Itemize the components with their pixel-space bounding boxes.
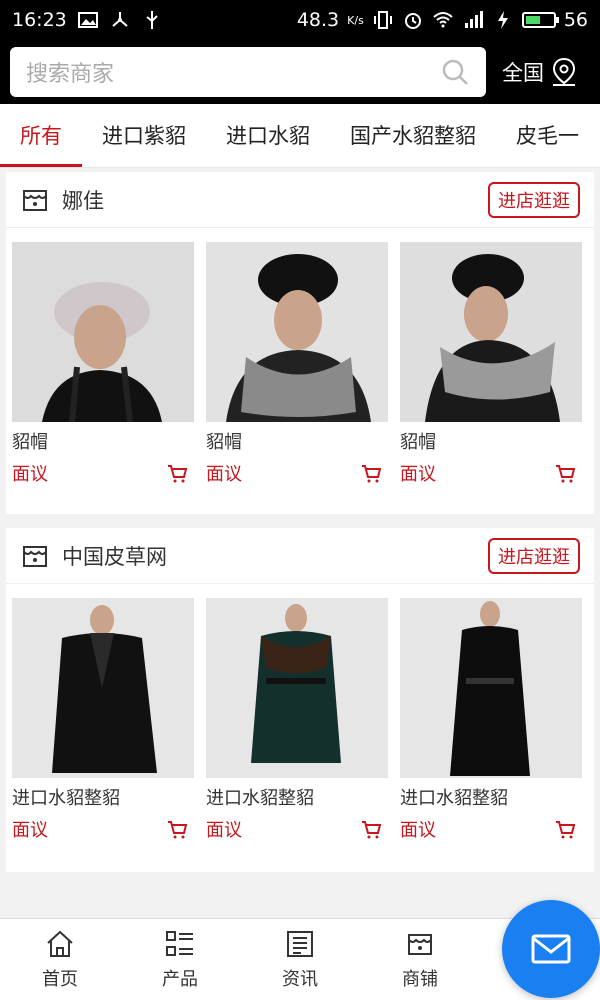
signal-icon [464,11,483,28]
store-icon [23,189,47,211]
category-tabs: 所有 进口紫貂 进口水貂 国产水貂整貂 皮毛一 [0,104,600,168]
product-price: 面议 [400,464,436,485]
cart-icon[interactable] [166,818,188,840]
tab-domestic-mink[interactable]: 国产水貂整貂 [330,104,496,167]
product-photo[interactable] [12,242,194,422]
home-icon [47,930,73,957]
product-name: 进口水貂整貂 [206,788,314,809]
product-photo[interactable] [400,598,582,778]
tab-imported-mink[interactable]: 进口水貂 [206,104,330,167]
product-item[interactable]: 貂帽 面议 [12,242,194,486]
search-placeholder: 搜索商家 [26,62,115,87]
product-price: 面议 [206,464,242,485]
cart-icon[interactable] [554,462,576,484]
product-photo[interactable] [12,598,194,778]
search-icon[interactable] [440,57,470,87]
shop-name: 中国皮草网 [62,544,167,569]
battery-percent: 56 [563,9,588,31]
tab-imported-sable[interactable]: 进口紫貂 [82,104,206,167]
location-pin-icon [552,57,576,86]
nav-news[interactable]: 资讯 [240,919,360,1000]
alarm-icon [404,13,421,29]
product-photo[interactable] [206,598,388,778]
status-time: 16:23 [12,9,67,31]
product-name: 貂帽 [12,432,48,453]
nav-products[interactable]: 产品 [120,919,240,1000]
product-photo[interactable] [206,242,388,422]
header: 搜索商家 全国 [0,40,600,104]
news-icon [287,930,313,957]
vibrate-icon [373,11,392,29]
product-item[interactable]: 貂帽 面议 [400,242,582,486]
status-bar: 16:23 48.3 K/s 56 [0,0,600,40]
nav-home[interactable]: 首页 [0,919,120,1000]
network-speed-unit: K/s [347,13,364,27]
usb-icon [146,11,158,29]
product-name: 进口水貂整貂 [12,788,120,809]
region-selector[interactable]: 全国 [502,57,578,87]
nav-home-label: 首页 [42,968,78,990]
cart-icon[interactable] [554,818,576,840]
tab-fur[interactable]: 皮毛一 [496,104,599,167]
product-price: 面议 [206,820,242,841]
list-icon [166,930,193,956]
nav-stores[interactable]: 商铺 [360,919,480,1000]
region-label: 全国 [502,61,544,85]
product-name: 貂帽 [400,432,436,453]
product-price: 面议 [12,464,48,485]
product-price: 面议 [12,820,48,841]
nav-news-label: 资讯 [282,968,318,990]
product-row: 进口水貂整貂 面议 进口水貂整貂 面议 进口水貂整貂 面议 [6,584,594,842]
product-name: 貂帽 [206,432,242,453]
product-row: 貂帽 面议 貂帽 面议 貂帽 面议 [6,228,594,486]
charging-icon [497,11,508,29]
shop-card: 娜佳 进店逛逛 貂帽 面议 貂帽 面议 貂帽 面议 [6,172,594,514]
nav-products-label: 产品 [162,968,198,990]
shop-name: 娜佳 [62,188,104,213]
battery-icon [521,12,559,28]
product-price: 面议 [400,820,436,841]
store-icon [408,933,432,955]
wifi-icon [433,12,453,28]
shop-card: 中国皮草网 进店逛逛 进口水貂整貂 面议 进口水貂整貂 面议 进口水貂整貂 面议 [6,528,594,872]
image-icon [77,12,98,28]
message-fab-button[interactable] [502,900,600,998]
shop-header: 中国皮草网 进店逛逛 [6,528,594,584]
nav-stores-label: 商铺 [402,968,438,990]
product-name: 进口水貂整貂 [400,788,508,809]
product-item[interactable]: 进口水貂整貂 面议 [400,598,582,842]
share-icon [112,12,128,27]
visit-shop-button[interactable]: 进店逛逛 [488,181,580,218]
visit-shop-button[interactable]: 进店逛逛 [488,537,580,574]
shop-header: 娜佳 进店逛逛 [6,172,594,228]
product-item[interactable]: 貂帽 面议 [206,242,388,486]
product-item[interactable]: 进口水貂整貂 面议 [206,598,388,842]
mail-icon [531,934,571,964]
cart-icon[interactable] [360,462,382,484]
product-photo[interactable] [400,242,582,422]
search-input[interactable]: 搜索商家 [10,47,486,97]
product-item[interactable]: 进口水貂整貂 面议 [12,598,194,842]
tab-all[interactable]: 所有 [0,104,82,167]
cart-icon[interactable] [166,462,188,484]
store-icon [23,545,47,567]
cart-icon[interactable] [360,818,382,840]
network-speed: 48.3 [296,9,340,31]
